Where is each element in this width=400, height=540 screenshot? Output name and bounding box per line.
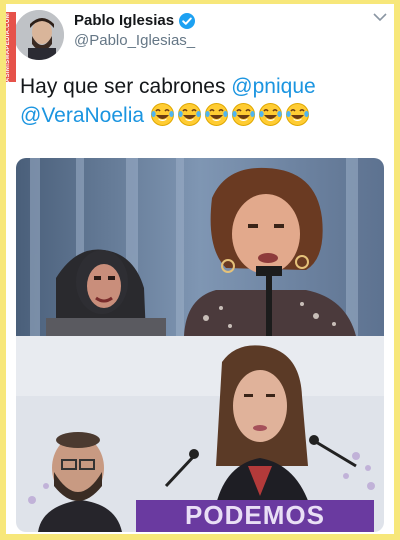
chevron-down-icon[interactable] (372, 10, 388, 24)
photo-press-conference: PODEMOS (16, 336, 384, 532)
site-watermark: ASÍMISMAPEDIA.COM (6, 12, 16, 82)
photo-stage-performance (16, 158, 384, 336)
tears-of-joy-emoji-icon (204, 102, 229, 127)
tears-of-joy-emoji-icon (150, 102, 175, 127)
emoji-row (150, 102, 312, 127)
tears-of-joy-emoji-icon (258, 102, 283, 127)
tweet-card: ASÍMISMAPEDIA.COM Pablo Iglesias @Pablo_… (6, 4, 394, 534)
tweet-text-intro: Hay que ser cabrones (20, 75, 226, 98)
mention-veranoelia[interactable]: @VeraNoelia (20, 104, 144, 127)
tears-of-joy-emoji-icon (285, 102, 310, 127)
tweet-header: ASÍMISMAPEDIA.COM Pablo Iglesias @Pablo_… (6, 4, 394, 82)
tweet-text: Hay que ser cabrones @pnique @VeraNoelia (20, 72, 382, 130)
author-handle[interactable]: @Pablo_Iglesias_ (74, 32, 195, 49)
tweet-media[interactable]: PODEMOS (16, 158, 384, 532)
tears-of-joy-emoji-icon (231, 102, 256, 127)
author-name[interactable]: Pablo Iglesias (74, 12, 174, 29)
author-avatar[interactable] (14, 10, 64, 60)
tears-of-joy-emoji-icon (177, 102, 202, 127)
verified-badge-icon (179, 13, 195, 29)
mention-pnique[interactable]: @pnique (231, 75, 315, 98)
podium-sign-text: PODEMOS (185, 500, 325, 530)
